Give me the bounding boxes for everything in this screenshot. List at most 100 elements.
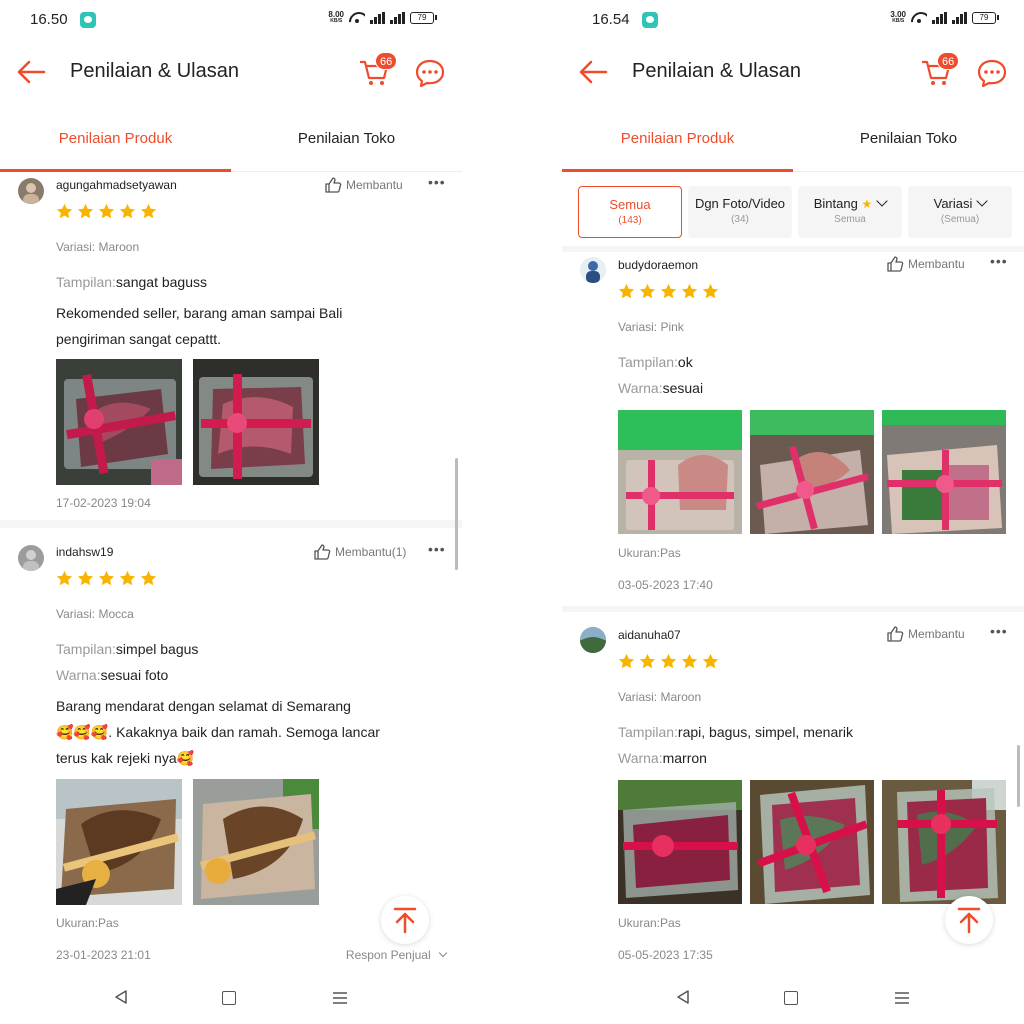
wifi-icon <box>349 12 365 24</box>
avatar[interactable] <box>580 257 606 283</box>
arrow-up-icon <box>957 907 981 934</box>
review-tabs: Penilaian Produk Penilaian Toko <box>562 120 1024 172</box>
star-icon <box>702 283 719 299</box>
divider <box>0 520 462 528</box>
more-options-icon[interactable]: ••• <box>990 623 1008 639</box>
review-photo[interactable] <box>882 780 1006 904</box>
divider <box>562 246 1024 252</box>
review-photos <box>56 359 319 485</box>
review-username[interactable]: indahsw19 <box>56 545 113 559</box>
status-bar: 16.54 3.00 KB/S 79 <box>562 0 1024 40</box>
back-arrow-icon[interactable] <box>578 60 608 84</box>
scroll-to-top-button[interactable] <box>381 896 429 944</box>
nav-back-icon[interactable] <box>676 990 690 1004</box>
helpful-button[interactable]: Membantu <box>324 176 403 194</box>
arrow-up-icon <box>393 907 417 934</box>
tab-penilaian-toko[interactable]: Penilaian Toko <box>793 130 1024 172</box>
status-time: 16.50 <box>30 11 68 28</box>
rating-stars <box>618 653 719 670</box>
page-title: Penilaian & Ulasan <box>632 60 801 82</box>
star-icon <box>681 653 698 669</box>
system-nav-bar <box>562 964 1024 1024</box>
star-icon <box>140 203 157 219</box>
filter-variasi[interactable]: Variasi (Semua) <box>908 186 1012 238</box>
helpful-button[interactable]: Membantu <box>886 625 965 643</box>
scroll-to-top-button[interactable] <box>945 896 993 944</box>
more-options-icon[interactable]: ••• <box>990 253 1008 269</box>
avatar[interactable] <box>18 178 44 204</box>
avatar[interactable] <box>18 545 44 571</box>
review-photo[interactable] <box>193 359 319 485</box>
star-icon <box>77 203 94 219</box>
more-options-icon[interactable]: ••• <box>428 541 446 557</box>
star-icon <box>681 283 698 299</box>
signal-icon <box>952 12 967 24</box>
nav-home-icon[interactable] <box>222 991 236 1005</box>
more-options-icon[interactable]: ••• <box>428 174 446 190</box>
scrollbar[interactable] <box>1017 745 1020 807</box>
nav-menu-icon[interactable] <box>894 991 910 1005</box>
review-filters: Semua (143) Dgn Foto/Video (34) Bintang ★ S… <box>578 186 1024 238</box>
avatar[interactable] <box>580 627 606 653</box>
tab-penilaian-toko[interactable]: Penilaian Toko <box>231 130 462 172</box>
review-size: Ukuran:Pas <box>56 916 119 930</box>
signal-icon <box>390 12 405 24</box>
review-spec: Warna:sesuai <box>618 380 704 396</box>
filter-semua[interactable]: Semua (143) <box>578 186 682 238</box>
review-photo[interactable] <box>56 779 182 905</box>
review-username[interactable]: budydoraemon <box>618 258 698 272</box>
star-icon <box>119 570 136 586</box>
review-spec: Warna:marron <box>618 750 707 766</box>
review-username[interactable]: aidanuha07 <box>618 628 681 642</box>
tab-penilaian-produk[interactable]: Penilaian Produk <box>0 130 231 172</box>
rating-stars <box>56 570 157 587</box>
battery-icon: 79 <box>410 12 437 24</box>
network-speed: 3.00 KB/S <box>890 10 906 25</box>
nav-back-icon[interactable] <box>114 990 128 1004</box>
rating-stars <box>56 203 157 220</box>
chat-icon[interactable] <box>976 58 1008 88</box>
filter-foto-video[interactable]: Dgn Foto/Video (34) <box>688 186 792 238</box>
star-icon <box>702 653 719 669</box>
review-username[interactable]: agungahmadsetyawan <box>56 178 177 192</box>
rating-stars <box>618 283 719 300</box>
review-photo[interactable] <box>56 359 182 485</box>
review-spec: Warna:sesuai foto <box>56 667 169 683</box>
notification-icon <box>80 12 96 28</box>
review-photos <box>56 779 319 905</box>
star-icon <box>77 570 94 586</box>
review-date: 03-05-2023 17:40 <box>618 578 713 592</box>
filter-bintang[interactable]: Bintang ★ Semua <box>798 186 902 238</box>
chevron-down-icon <box>976 195 989 207</box>
review-photo[interactable] <box>750 780 874 904</box>
review-photo[interactable] <box>618 780 742 904</box>
helpful-button[interactable]: Membantu <box>886 255 965 273</box>
system-nav-bar <box>0 964 462 1024</box>
review-text: Rekomended seller, barang aman sampai Ba… <box>56 305 343 347</box>
review-photo[interactable] <box>193 779 319 905</box>
back-arrow-icon[interactable] <box>16 60 46 84</box>
review-photo[interactable] <box>882 410 1006 534</box>
review-photo[interactable] <box>750 410 874 534</box>
signal-icon <box>370 12 385 24</box>
star-icon: ★ <box>861 197 873 211</box>
helpful-button[interactable]: Membantu(1) <box>313 543 406 561</box>
tab-penilaian-produk[interactable]: Penilaian Produk <box>562 130 793 172</box>
review-size: Ukuran:Pas <box>618 916 681 930</box>
nav-home-icon[interactable] <box>784 991 798 1005</box>
review-variant: Variasi: Pink <box>618 320 684 334</box>
review-variant: Variasi: Mocca <box>56 607 134 621</box>
star-icon <box>660 283 677 299</box>
chat-icon[interactable] <box>414 58 446 88</box>
network-speed: 8.00 KB/S <box>328 10 344 25</box>
review-date: 23-01-2023 21:01 <box>56 948 151 962</box>
status-bar: 16.50 8.00 KB/S 79 <box>0 0 462 40</box>
star-icon <box>618 653 635 669</box>
review-photo[interactable] <box>618 410 742 534</box>
wifi-icon <box>911 12 927 24</box>
nav-menu-icon[interactable] <box>332 991 348 1005</box>
seller-response-toggle[interactable]: Respon Penjual <box>346 948 448 962</box>
review-text: Barang mendarat dengan selamat di Semara… <box>56 698 380 766</box>
scrollbar[interactable] <box>455 458 458 570</box>
star-icon <box>618 283 635 299</box>
